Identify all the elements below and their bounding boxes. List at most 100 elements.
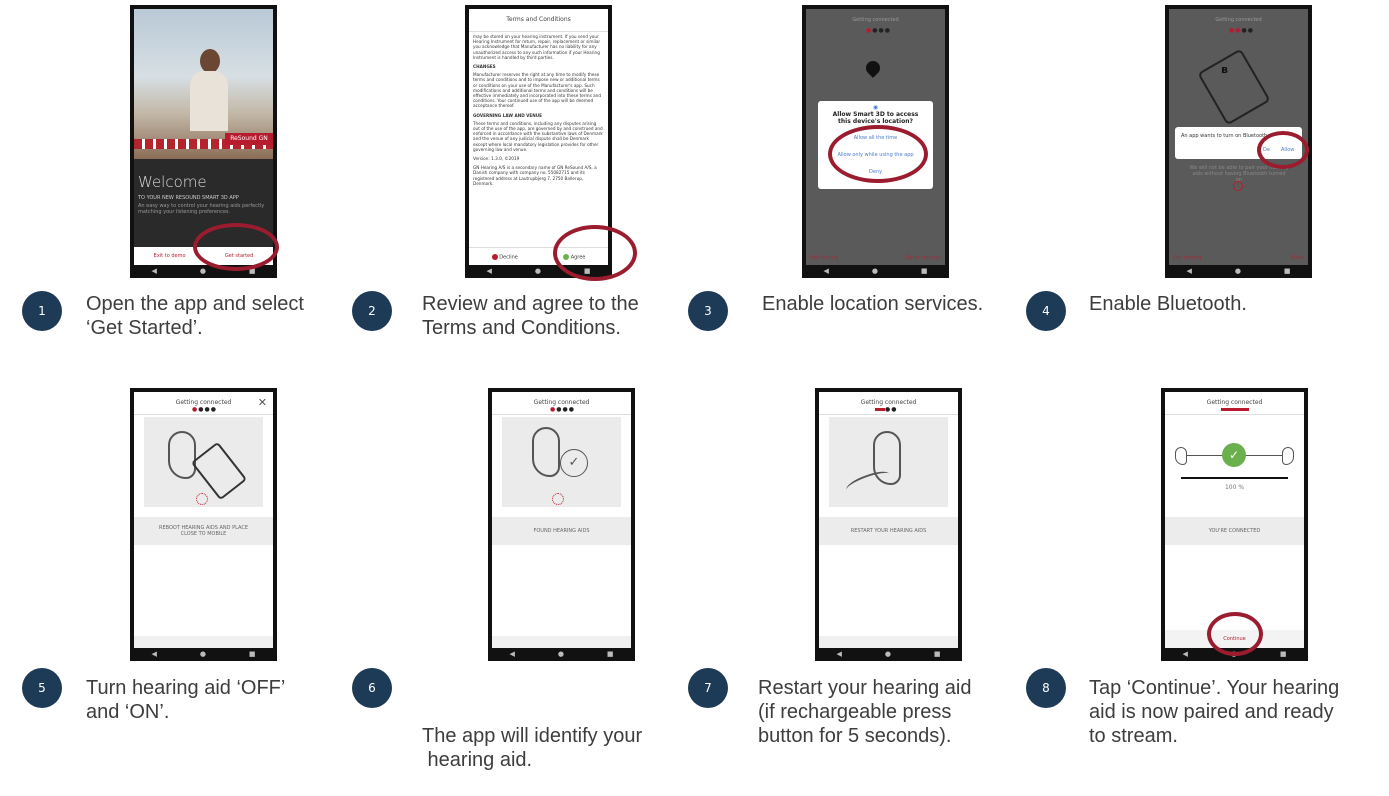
highlight-ring — [553, 225, 637, 281]
progress-dots: ●●●● — [1229, 27, 1254, 34]
terms-heading: CHANGES — [473, 64, 496, 70]
checkmark-circle-icon: ✓ — [560, 449, 588, 477]
phone-screenshot-found: Getting connected ●●●● ✓ FOUND HEARING A… — [488, 388, 635, 661]
allow-link[interactable]: Allow — [1291, 255, 1304, 261]
home-icon[interactable]: ● — [535, 268, 541, 275]
terms-para: GN Hearing A/S is a secondary name of GN… — [473, 165, 597, 186]
brand-badge: ReSound GN — [225, 133, 273, 145]
step-number-badge: 7 — [688, 668, 728, 708]
home-icon[interactable]: ● — [200, 651, 206, 658]
android-nav-bar: ◀ ● ■ — [488, 648, 635, 661]
back-icon[interactable]: ◀ — [151, 268, 156, 275]
progress-dots: ●●●● — [550, 406, 575, 413]
step-caption: Tap ‘Continue’. Your hearing aid is now p… — [1089, 677, 1340, 747]
terms-title: Terms and Conditions — [469, 9, 608, 32]
permission-question: Allow Smart 3D to access this device's l… — [832, 111, 919, 125]
progress-track — [1181, 477, 1288, 479]
terms-version: Version: 1.3.0, ©2019 — [473, 156, 520, 162]
recents-icon[interactable]: ■ — [607, 651, 614, 658]
location-small-icon: ◉ — [872, 104, 879, 111]
smartphone-icon — [190, 441, 248, 501]
step-caption: Review and agree to the Terms and Conditi… — [422, 293, 639, 339]
hearing-aid-icon — [168, 431, 196, 479]
back-icon[interactable]: ◀ — [509, 651, 514, 658]
step-number-badge: 1 — [22, 291, 62, 331]
terms-para: These terms and conditions, including an… — [473, 120, 603, 152]
back-icon[interactable]: ◀ — [486, 268, 491, 275]
exit-pairing-link[interactable]: Exit pairing — [810, 255, 838, 261]
phone-screenshot-bluetooth: Getting connected ●●●● ʙ An app wants to… — [1165, 5, 1312, 278]
step-number-badge: 8 — [1026, 668, 1066, 708]
step-caption: Turn hearing aid ‘OFF’ and ‘ON’. — [86, 677, 286, 723]
bottom-bar — [492, 636, 631, 648]
home-icon[interactable]: ● — [1235, 268, 1241, 275]
back-icon[interactable]: ◀ — [823, 268, 828, 275]
exit-pairing-link[interactable]: Exit pairing — [1173, 255, 1201, 261]
phone-screenshot-welcome: ReSound GN Welcome TO YOUR NEW RESOUND S… — [130, 5, 279, 278]
loading-spinner-icon — [196, 493, 208, 505]
step-caption: Enable Bluetooth. — [1089, 293, 1247, 315]
decline-icon — [491, 253, 498, 260]
connection-area: ✓ 100 % — [1165, 417, 1304, 517]
finger-press-icon — [843, 467, 893, 497]
terms-para: may be stored on your hearing instrument… — [473, 34, 601, 60]
status-band: RESTART YOUR HEARING AIDS — [819, 517, 958, 545]
step-caption: Open the app and select ‘Get Started’. — [86, 293, 304, 339]
woman-figure — [190, 49, 228, 131]
highlight-ring — [1257, 131, 1309, 169]
bluetooth-prompt: An app wants to turn on Bluetooth — [1181, 133, 1268, 139]
welcome-description: An easy way to control your hearing aids… — [138, 203, 265, 215]
percent-label: 100 % — [1224, 484, 1245, 491]
progress-dots: ●●●● — [192, 406, 217, 413]
back-icon[interactable]: ◀ — [151, 651, 156, 658]
step-number-badge: 4 — [1026, 291, 1066, 331]
home-icon[interactable]: ● — [885, 651, 891, 658]
recents-icon[interactable]: ■ — [1284, 268, 1291, 275]
home-icon[interactable]: ● — [200, 268, 206, 275]
close-icon[interactable]: ✕ — [258, 396, 267, 409]
left-hearing-aid-icon — [1175, 447, 1187, 465]
back-icon[interactable]: ◀ — [1182, 651, 1187, 658]
status-band: YOU'RE CONNECTED — [1165, 517, 1304, 545]
step-caption: The app will identify your hearing aid. — [422, 725, 643, 771]
back-icon[interactable]: ◀ — [836, 651, 841, 658]
warning-icon: ! — [1233, 181, 1243, 191]
step-number-badge: 3 — [688, 291, 728, 331]
step-number-badge: 6 — [352, 668, 392, 708]
bluetooth-icon: ʙ — [1221, 63, 1228, 76]
phone-screenshot-connected: Getting connected ✓ 100 % YOU'RE CONNECT… — [1161, 388, 1308, 661]
home-icon[interactable]: ● — [558, 651, 564, 658]
progress-bar — [1221, 408, 1249, 411]
android-nav-bar: ◀ ● ■ — [815, 648, 962, 661]
home-icon[interactable]: ● — [872, 268, 878, 275]
restart-illustration — [829, 417, 948, 507]
screen-header: Getting connected — [1165, 392, 1304, 415]
phone-screenshot-location: Getting connected ●●●● ◉ Allow Smart 3D … — [802, 5, 949, 278]
welcome-subtitle: TO YOUR NEW RESOUND SMART 3D APP — [138, 195, 239, 201]
progress-dots: ●● — [875, 406, 897, 413]
highlight-ring — [1207, 612, 1263, 656]
android-nav-bar: ◀ ● ■ — [802, 265, 949, 278]
bottom-bar — [819, 636, 958, 648]
android-nav-bar: ◀ ● ■ — [1165, 265, 1312, 278]
reboot-illustration — [144, 417, 263, 507]
recents-icon[interactable]: ■ — [249, 651, 256, 658]
connected-check-icon: ✓ — [1222, 443, 1246, 467]
phone-screenshot-restart: Getting connected ●● RESTART YOUR HEARIN… — [815, 388, 962, 661]
status-band: FOUND HEARING AIDS — [492, 517, 631, 545]
highlight-ring — [193, 223, 279, 271]
screen-header: Getting connected — [1215, 17, 1262, 23]
recents-icon[interactable]: ■ — [934, 651, 941, 658]
recents-icon[interactable]: ■ — [1280, 651, 1287, 658]
screen-header: Getting connected — [852, 17, 899, 23]
go-to-settings-link[interactable]: Go to settings — [906, 255, 941, 261]
step-number-badge: 2 — [352, 291, 392, 331]
step-number-badge: 5 — [22, 668, 62, 708]
exit-to-demo-button[interactable]: Exit to demo — [154, 253, 186, 259]
back-icon[interactable]: ◀ — [1186, 268, 1191, 275]
decline-button[interactable]: Decline — [491, 253, 518, 260]
android-nav-bar: ◀ ● ■ — [130, 648, 277, 661]
recents-icon[interactable]: ■ — [921, 268, 928, 275]
loading-spinner-icon — [552, 493, 564, 505]
phone-screenshot-reboot: Getting connected ●●●● ✕ REBOOT HEARING … — [130, 388, 277, 661]
